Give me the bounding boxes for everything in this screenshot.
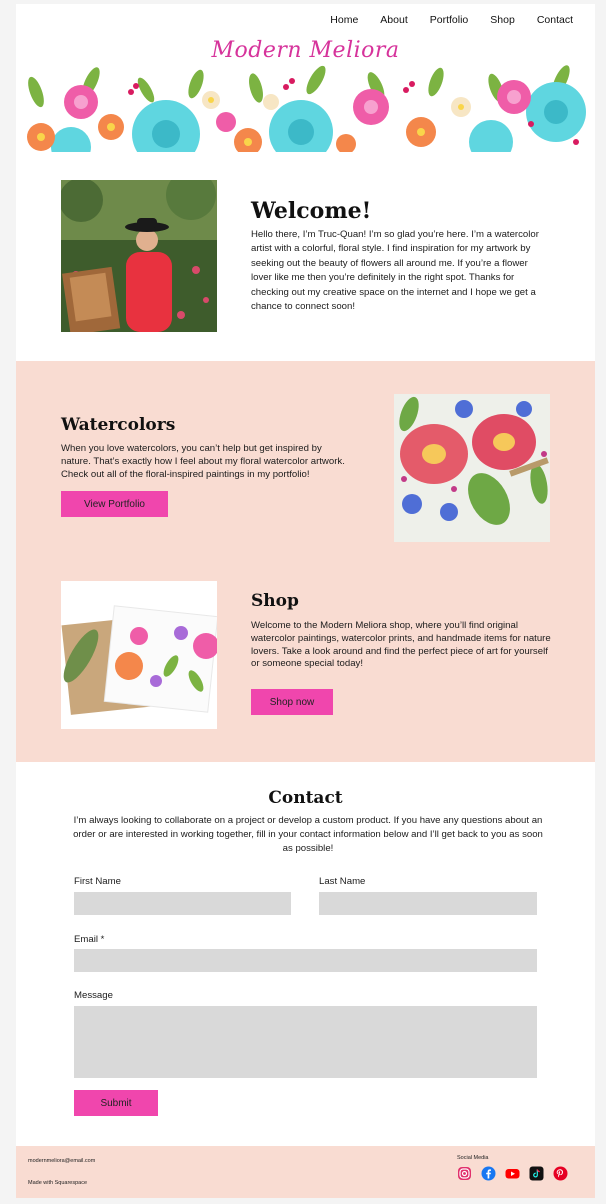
last-name-label: Last Name xyxy=(319,876,366,887)
first-name-field[interactable] xyxy=(74,892,291,915)
nav-home[interactable]: Home xyxy=(330,14,358,26)
nav-portfolio[interactable]: Portfolio xyxy=(430,14,469,26)
shop-now-button[interactable]: Shop now xyxy=(251,689,333,715)
footer-email[interactable]: modernmeliora@email.com xyxy=(28,1158,95,1164)
page: Home About Portfolio Shop Contact Modern… xyxy=(16,4,595,1198)
footer: modernmeliora@email.com Made with Square… xyxy=(16,1146,595,1198)
welcome-text: Hello there, I’m Truc-Quan! I’m so glad … xyxy=(251,229,539,313)
submit-button[interactable]: Submit xyxy=(74,1090,158,1116)
greeting-card-image xyxy=(61,581,217,729)
contact-text: I’m always looking to collaborate on a p… xyxy=(73,815,543,854)
nav-shop[interactable]: Shop xyxy=(490,14,515,26)
shop-text: Welcome to the Modern Meliora shop, wher… xyxy=(251,620,551,670)
watercolor-painting-image xyxy=(394,394,550,542)
message-label: Message xyxy=(74,990,113,1001)
artist-photo xyxy=(61,180,217,332)
watercolors-title: Watercolors xyxy=(61,415,176,435)
message-field[interactable] xyxy=(74,1006,537,1078)
footer-made-with[interactable]: Made with Squarespace xyxy=(28,1180,87,1186)
nav-about[interactable]: About xyxy=(380,14,407,26)
youtube-icon[interactable] xyxy=(505,1166,520,1181)
main-nav: Home About Portfolio Shop Contact xyxy=(308,14,573,26)
social-media-label: Social Media xyxy=(457,1155,489,1161)
featured-section: Watercolors When you love watercolors, y… xyxy=(16,361,595,762)
site-logo[interactable]: Modern Meliora xyxy=(16,38,595,63)
nav-contact[interactable]: Contact xyxy=(537,14,573,26)
last-name-field[interactable] xyxy=(319,892,537,915)
email-field[interactable] xyxy=(74,949,537,972)
tiktok-icon[interactable] xyxy=(529,1166,544,1181)
contact-title: Contact xyxy=(268,788,343,808)
pinterest-icon[interactable] xyxy=(553,1166,568,1181)
social-icons xyxy=(457,1166,568,1181)
watercolors-text: When you love watercolors, you can’t hel… xyxy=(61,443,345,480)
email-label: Email * xyxy=(74,934,105,945)
instagram-icon[interactable] xyxy=(457,1166,472,1181)
facebook-icon[interactable] xyxy=(481,1166,496,1181)
welcome-title: Welcome! xyxy=(251,198,372,224)
view-portfolio-button[interactable]: View Portfolio xyxy=(61,491,168,517)
shop-title: Shop xyxy=(251,591,299,611)
floral-banner xyxy=(16,62,595,152)
first-name-label: First Name xyxy=(74,876,121,887)
